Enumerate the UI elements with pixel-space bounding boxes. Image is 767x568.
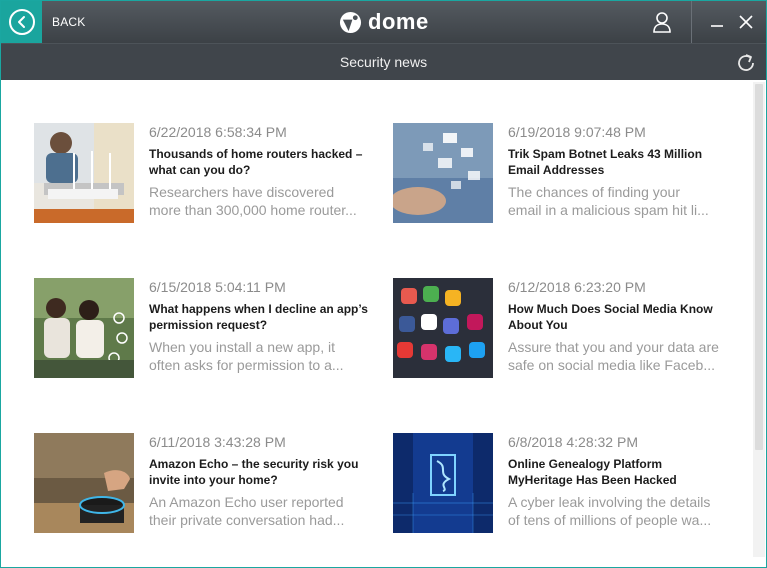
minimize-button[interactable] [709, 13, 725, 31]
news-thumbnail [34, 278, 134, 378]
close-button[interactable] [737, 13, 755, 31]
news-thumbnail [34, 123, 134, 223]
news-thumbnail [393, 278, 493, 378]
news-title[interactable]: Thousands of home routers hacked – what … [149, 146, 371, 178]
news-date: 6/15/2018 5:04:11 PM [149, 279, 286, 295]
logo-mark-icon [339, 11, 362, 33]
back-button[interactable] [1, 1, 42, 43]
news-snippet: Assure that you and your data are safe o… [508, 338, 730, 374]
snippet-line: often asks for permission to a... [149, 357, 344, 373]
news-thumbnail [393, 123, 493, 223]
snippet-line: The chances of finding your [508, 184, 680, 200]
news-date: 6/12/2018 6:23:20 PM [508, 279, 646, 295]
news-title[interactable]: Amazon Echo – the security risk you invi… [149, 456, 371, 488]
snippet-line: more than 300,000 home router... [149, 202, 357, 218]
news-list: 6/22/2018 6:58:34 PM Thousands of home r… [1, 80, 766, 567]
back-label[interactable]: BACK [52, 15, 85, 29]
news-snippet: A cyber leak involving the details of te… [508, 493, 730, 529]
news-snippet: An Amazon Echo user reported their priva… [149, 493, 371, 529]
news-thumbnail [393, 433, 493, 533]
news-item[interactable]: 6/22/2018 6:58:34 PM Thousands of home r… [34, 123, 374, 233]
refresh-button[interactable] [735, 52, 757, 74]
news-item[interactable]: 6/12/2018 6:23:20 PM How Much Does Socia… [393, 278, 733, 388]
news-item[interactable]: 6/19/2018 9:07:48 PM Trik Spam Botnet Le… [393, 123, 733, 233]
snippet-line: of tens of millions of people wa... [508, 512, 712, 528]
news-snippet: Researchers have discovered more than 30… [149, 183, 371, 219]
snippet-line: their private conversation had... [149, 512, 345, 528]
snippet-line: Assure that you and your data are [508, 339, 719, 355]
user-icon [653, 12, 671, 33]
news-title[interactable]: Trik Spam Botnet Leaks 43 Million Email … [508, 146, 730, 178]
logo-text: dome [368, 9, 429, 34]
page-title: Security news [339, 54, 428, 70]
title-bar: BACK dome [1, 1, 766, 43]
news-title[interactable]: How Much Does Social Media Know About Yo… [508, 301, 730, 333]
news-date: 6/11/2018 3:43:28 PM [149, 434, 286, 450]
titlebar-divider [691, 1, 692, 43]
news-thumbnail [34, 433, 134, 533]
refresh-icon [738, 54, 754, 71]
snippet-line: email in a malicious spam hit li... [508, 202, 709, 218]
news-item[interactable]: 6/11/2018 3:43:28 PM Amazon Echo – the s… [34, 433, 374, 543]
news-date: 6/19/2018 9:07:48 PM [508, 124, 646, 140]
section-header: Security news [1, 43, 766, 80]
news-item[interactable]: 6/15/2018 5:04:11 PM What happens when I… [34, 278, 374, 388]
minimize-icon [711, 25, 723, 27]
news-date: 6/8/2018 4:28:32 PM [508, 434, 638, 450]
close-icon [739, 15, 753, 29]
news-snippet: When you install a new app, it often ask… [149, 338, 371, 374]
logo: dome [339, 9, 429, 35]
scrollbar-thumb[interactable] [755, 84, 763, 450]
news-snippet: The chances of finding your email in a m… [508, 183, 730, 219]
news-title[interactable]: Online Genealogy Platform MyHeritage Has… [508, 456, 730, 488]
news-title[interactable]: What happens when I decline an app’s per… [149, 301, 371, 333]
snippet-line: Researchers have discovered [149, 184, 335, 200]
user-account-button[interactable] [649, 10, 675, 34]
chevron-left-circle-icon [8, 9, 35, 35]
snippet-line: safe on social media like Faceb... [508, 357, 715, 373]
news-item[interactable]: 6/8/2018 4:28:32 PM Online Genealogy Pla… [393, 433, 733, 543]
app-window: BACK dome Security news 6/22/2018 6:58:3… [0, 0, 767, 568]
snippet-line: An Amazon Echo user reported [149, 494, 344, 510]
vertical-scrollbar[interactable] [753, 82, 765, 557]
news-date: 6/22/2018 6:58:34 PM [149, 124, 287, 140]
snippet-line: When you install a new app, it [149, 339, 335, 355]
snippet-line: A cyber leak involving the details [508, 494, 711, 510]
